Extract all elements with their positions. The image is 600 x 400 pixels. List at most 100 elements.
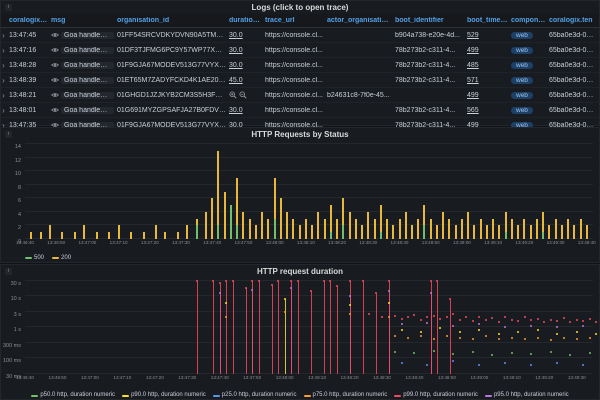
logs-panel: i Logs (click to open trace) coralogix.t… — [0, 0, 600, 126]
legend-item[interactable]: p99.0 http, duration numeric — [394, 392, 478, 399]
logs-panel-title[interactable]: Logs (click to open trace) — [252, 3, 349, 12]
point-p99 — [530, 319, 532, 321]
row-expand-chevron-icon[interactable]: › — [1, 61, 9, 70]
bar-200 — [155, 225, 157, 239]
bar-200 — [286, 212, 288, 239]
row-expand-chevron-icon[interactable]: › — [1, 31, 9, 40]
spike-p99 — [298, 281, 299, 374]
column-header-trace-url[interactable]: trace_url — [265, 17, 327, 24]
bar-500 — [217, 225, 219, 239]
cell-tenant: 65ba0e3d-0521-a5... — [549, 92, 599, 99]
eye-icon — [51, 77, 59, 83]
http-duration-panel-header[interactable]: i HTTP request duration — [1, 265, 599, 278]
x-tick-label: 13:48:50 — [438, 375, 456, 380]
legend-item[interactable]: 500 — [25, 255, 44, 261]
point-p99 — [595, 321, 597, 323]
legend-color-dash — [485, 395, 492, 397]
panel-info-icon[interactable]: i — [5, 4, 12, 11]
cell-trace_url[interactable]: https://console.cl... — [265, 47, 327, 54]
bar-500 — [505, 232, 507, 239]
row-expand-chevron-icon[interactable]: › — [1, 46, 9, 55]
table-row[interactable]: ›13:48:28Goa handled H...01F9GJA67MODEV5… — [1, 58, 599, 73]
chart-legend: 500 200 — [25, 255, 593, 261]
plot-area — [25, 281, 593, 374]
row-expand-chevron-icon[interactable]: › — [1, 91, 9, 100]
column-header-duration[interactable]: duration▼ — [229, 17, 265, 24]
x-tick-label: 13:48:00 — [276, 375, 294, 380]
bar-200 — [49, 225, 51, 239]
cell-boot_time_seconds: 499 — [467, 92, 511, 99]
column-header-msg[interactable]: msg — [51, 17, 117, 24]
x-tick-label: 13:49:20 — [535, 375, 553, 380]
column-header-organisation-id[interactable]: organisation_id — [117, 17, 229, 24]
panel-info-icon[interactable]: i — [5, 268, 12, 275]
gridline — [25, 157, 593, 158]
legend-item[interactable]: p75.0 http, duration numeric — [304, 392, 388, 399]
cell-organisation_id: 01ET65M7ZADYFCKD4K1AE20NMC — [117, 77, 229, 84]
http-status-panel-header[interactable]: i HTTP Requests by Status — [1, 128, 599, 141]
cell-timestamp: 13:48:39 — [9, 77, 51, 84]
point-p90 — [439, 327, 441, 329]
table-row[interactable]: ›13:47:16Goa handled H...01DF3TJFMG6PC9Y… — [1, 43, 599, 58]
msg-cell: Goa handled H... — [51, 77, 117, 84]
cell-trace_url[interactable]: https://console.cl... — [265, 107, 327, 114]
legend-item[interactable]: p90.0 http, duration numeric — [122, 392, 206, 399]
row-expand-chevron-icon[interactable]: › — [1, 76, 9, 85]
legend-item[interactable]: p50.0 http, duration numeric — [31, 392, 115, 399]
bar-200 — [561, 225, 563, 239]
point-p75 — [511, 337, 513, 339]
cell-trace_url[interactable]: https://console.cl... — [265, 92, 327, 99]
point-p50 — [530, 353, 532, 355]
table-row[interactable]: ›13:48:01Goa handled H...01G691MYZGPSAFJ… — [1, 103, 599, 118]
cell-tenant: 65ba0e3d-0521-a5... — [549, 47, 599, 54]
point-p75 — [284, 311, 286, 313]
x-tick-label: 13:48:40 — [406, 375, 424, 380]
component-cell: web — [511, 62, 549, 69]
column-header-actor-organisation-id[interactable]: actor_organisation_id — [327, 17, 395, 24]
msg-cell: Goa handled H... — [51, 92, 117, 99]
bar-200 — [336, 219, 338, 239]
bar-200 — [249, 219, 251, 239]
zoom-in-icon[interactable] — [229, 91, 237, 99]
sort-desc-icon: ▼ — [258, 18, 263, 24]
cell-trace_url[interactable]: https://console.cl... — [265, 77, 327, 84]
column-header-coralogix-ten[interactable]: coralogix.ten — [549, 17, 599, 24]
cell-duration: 30.0 — [229, 62, 265, 69]
table-row[interactable]: ›13:48:21Goa handled H...01GHGD1JZJKYB2C… — [1, 88, 599, 103]
row-expand-chevron-icon[interactable]: › — [1, 106, 9, 115]
point-p90 — [478, 329, 480, 331]
legend-item[interactable]: p95.0 http, duration numeric — [485, 392, 569, 399]
spike-p99 — [450, 299, 451, 374]
legend-color-dash — [394, 395, 401, 397]
legend-item[interactable]: 200 — [52, 255, 71, 261]
column-header-coralogix-timestamp[interactable]: coralogix.timestamp — [9, 17, 51, 24]
logs-panel-header[interactable]: i Logs (click to open trace) — [1, 1, 599, 14]
table-row[interactable]: ›13:48:39Goa handled H...01ET65M7ZADYFCK… — [1, 73, 599, 88]
http-status-panel-title[interactable]: HTTP Requests by Status — [251, 130, 348, 139]
zoom-out-icon[interactable] — [239, 91, 247, 99]
x-tick-label: 13:48:50 — [422, 240, 440, 245]
panel-info-icon[interactable]: i — [5, 131, 12, 138]
cell-trace_url[interactable]: https://console.cl... — [265, 32, 327, 39]
cell-organisation_id: 01GHGD1JZJKYB2CM3S5H3FMY3Y — [117, 92, 229, 99]
cell-boot_identifier: 78b273b2-c311-4... — [395, 107, 467, 114]
eye-icon — [51, 92, 59, 98]
point-p99 — [446, 316, 448, 318]
point-p90 — [349, 304, 351, 306]
x-tick-label: 13:48:30 — [359, 240, 377, 245]
x-tick-label: 13:46:50 — [47, 240, 65, 245]
y-tick-label: 1 s — [14, 327, 21, 333]
component-badge: web — [511, 107, 533, 114]
http-duration-panel-title[interactable]: HTTP request duration — [257, 267, 343, 276]
component-badge: web — [511, 92, 533, 99]
legend-item[interactable]: p25.0 http, duration numeric — [213, 392, 297, 399]
bar-200 — [461, 219, 463, 239]
spike-p99 — [389, 281, 390, 374]
table-row[interactable]: ›13:47:45Goa handled H...01FF54SRCVDKYDV… — [1, 28, 599, 43]
x-tick-label: 13:48:00 — [266, 240, 284, 245]
http-duration-panel: i HTTP request duration 30 s10 s3 s1 s30… — [0, 264, 600, 400]
cell-trace_url[interactable]: https://console.cl... — [265, 62, 327, 69]
column-header-component[interactable]: component — [511, 17, 549, 24]
column-header-boot-time-seconds[interactable]: boot_time_seconds — [467, 17, 511, 24]
column-header-boot-identifier[interactable]: boot_identifier — [395, 17, 467, 24]
